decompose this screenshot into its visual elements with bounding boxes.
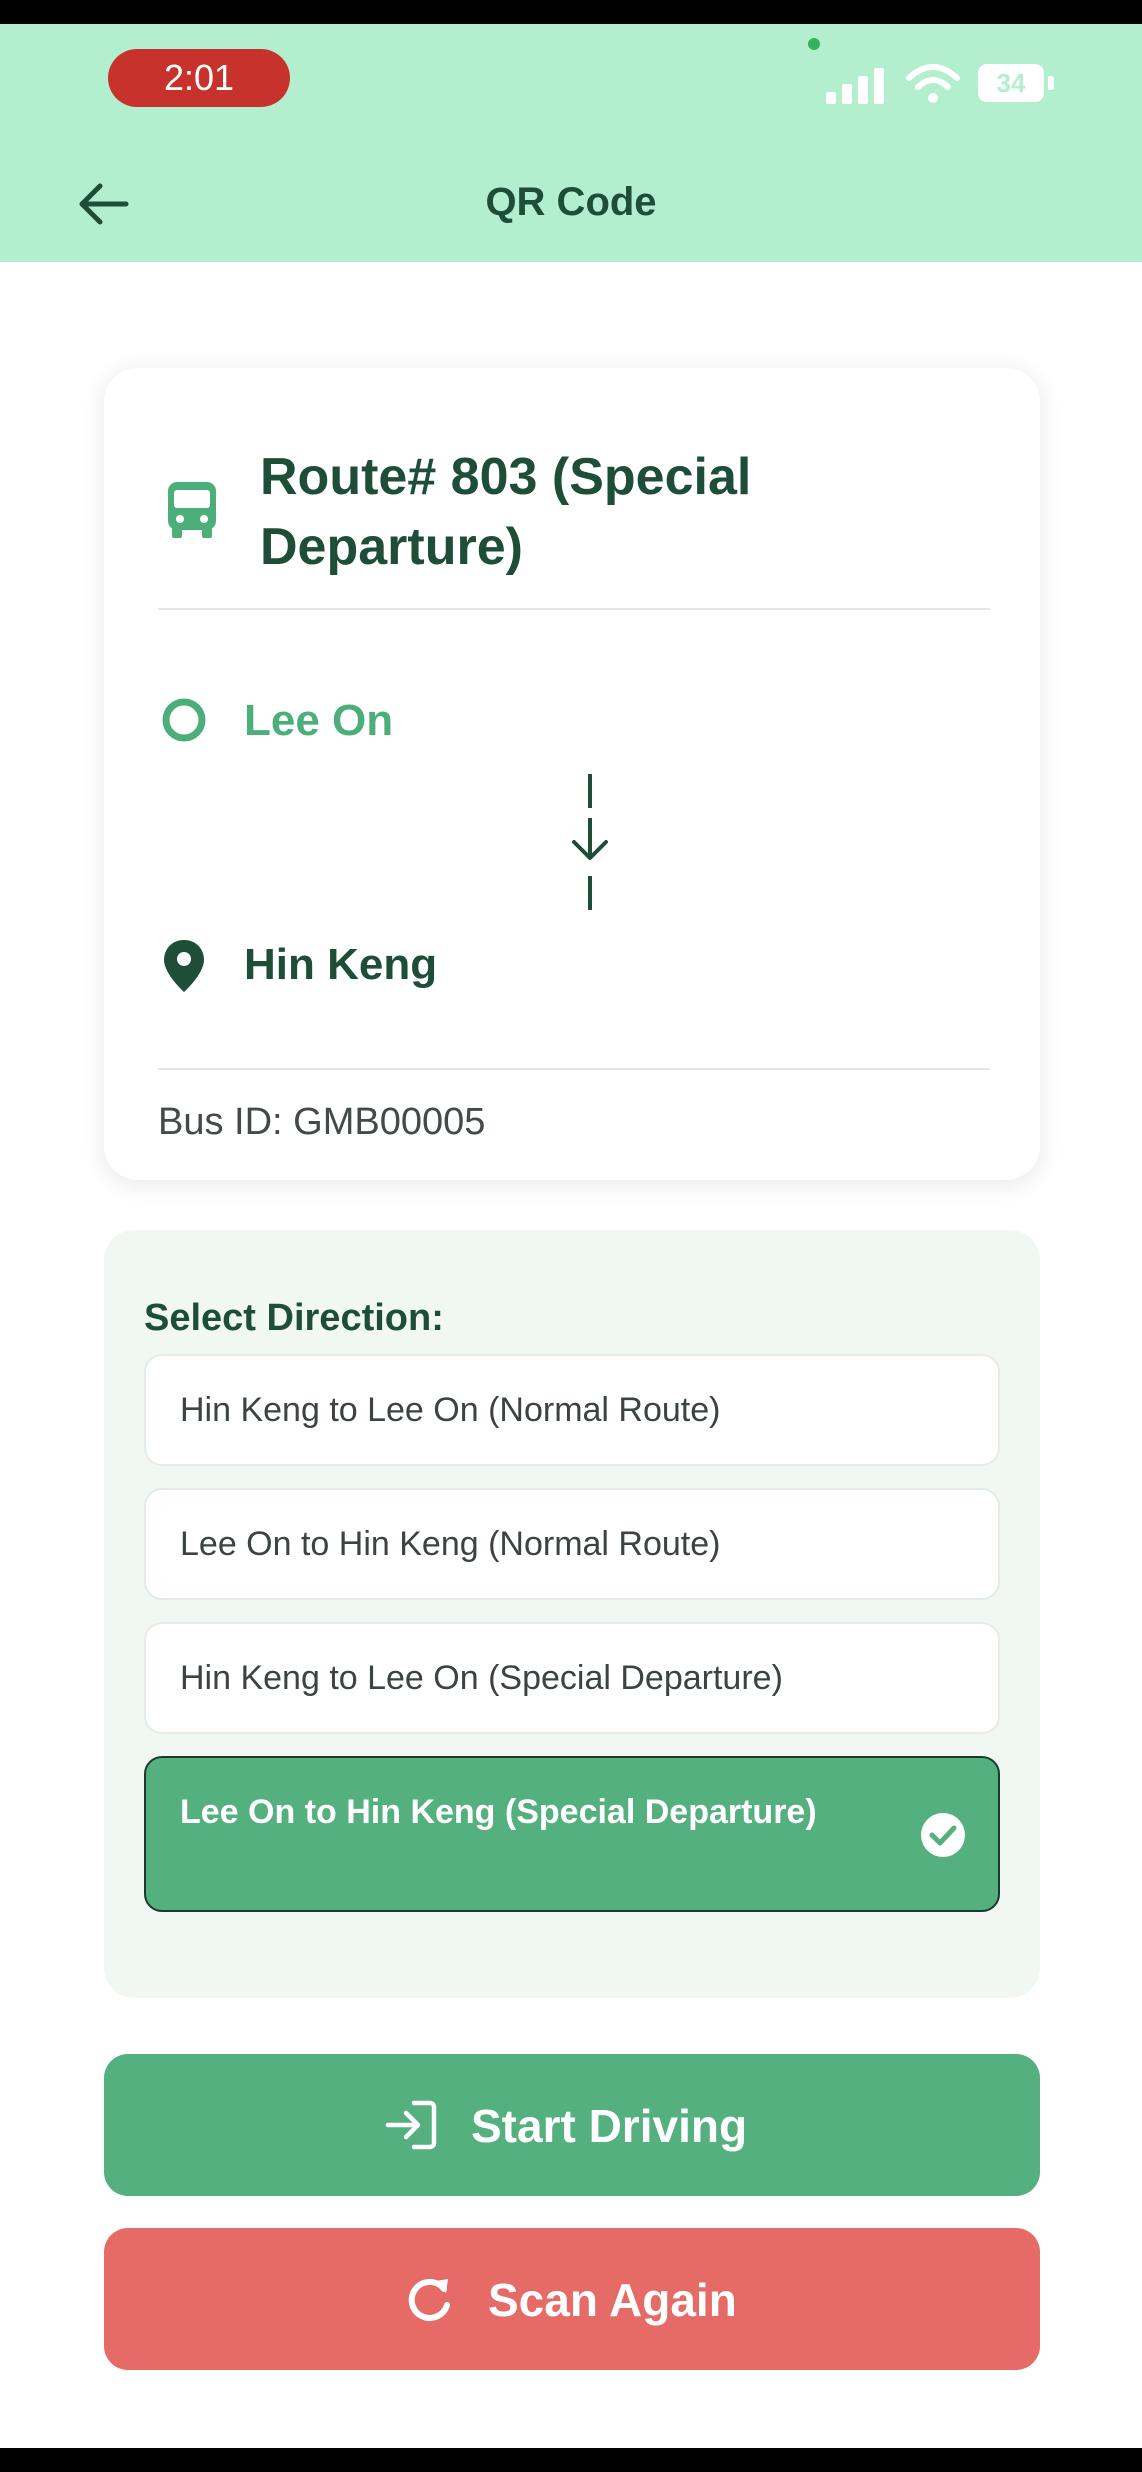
page-title: QR Code	[485, 180, 657, 224]
battery-tip	[1048, 76, 1054, 90]
scan-again-label: Scan Again	[488, 2274, 737, 2326]
scan-again-button[interactable]: Scan Again	[104, 2228, 1040, 2370]
refresh-icon	[408, 2278, 450, 2321]
map-pin-icon	[164, 940, 204, 992]
origin-circle-icon	[162, 698, 206, 742]
bus-id-text: Bus ID: GMB00005	[158, 1101, 486, 1143]
card-divider-bottom	[158, 1068, 990, 1070]
destination-stop: Hin Keng	[244, 940, 438, 989]
direction-option-1[interactable]: Hin Keng to Lee On (Normal Route)	[144, 1354, 1000, 1466]
direction-selector: Select Direction: Hin Keng to Lee On (No…	[104, 1230, 1040, 1998]
privacy-indicator-dot	[808, 38, 820, 50]
arrow-down-icon	[572, 774, 608, 910]
direction-option-label: Lee On to Hin Keng (Special Departure)	[180, 1793, 817, 1831]
direction-heading: Select Direction:	[144, 1297, 444, 1339]
cellular-signal-icon	[826, 64, 886, 104]
direction-option-2[interactable]: Lee On to Hin Keng (Normal Route)	[144, 1488, 1000, 1600]
log-in-icon	[385, 2100, 437, 2150]
home-indicator[interactable]	[366, 2443, 778, 2448]
direction-option-4-selected[interactable]: Lee On to Hin Keng (Special Departure)	[144, 1756, 1000, 1912]
start-driving-button[interactable]: Start Driving	[104, 2054, 1040, 2196]
card-divider-top	[158, 608, 990, 610]
direction-option-label: Lee On to Hin Keng (Normal Route)	[180, 1525, 721, 1563]
status-time: 2:01	[108, 49, 290, 107]
direction-option-label: Hin Keng to Lee On (Normal Route)	[180, 1391, 721, 1429]
route-title: Route# 803 (Special Departure)	[260, 448, 752, 576]
direction-option-3[interactable]: Hin Keng to Lee On (Special Departure)	[144, 1622, 1000, 1734]
start-driving-label: Start Driving	[471, 2100, 748, 2152]
app-header: 2:01 34 QR Code	[0, 24, 1142, 262]
bus-icon	[168, 482, 216, 538]
app-screen: 2:01 34 QR Code Route# 803 (Special Depa…	[0, 24, 1142, 2448]
origin-stop: Lee On	[244, 696, 394, 745]
check-circle-icon	[921, 1813, 965, 1857]
wifi-icon	[906, 64, 960, 103]
route-card: Route# 803 (Special Departure) Lee On Hi…	[104, 368, 1040, 1180]
battery-level: 34	[978, 64, 1044, 102]
direction-option-label: Hin Keng to Lee On (Special Departure)	[180, 1659, 783, 1697]
